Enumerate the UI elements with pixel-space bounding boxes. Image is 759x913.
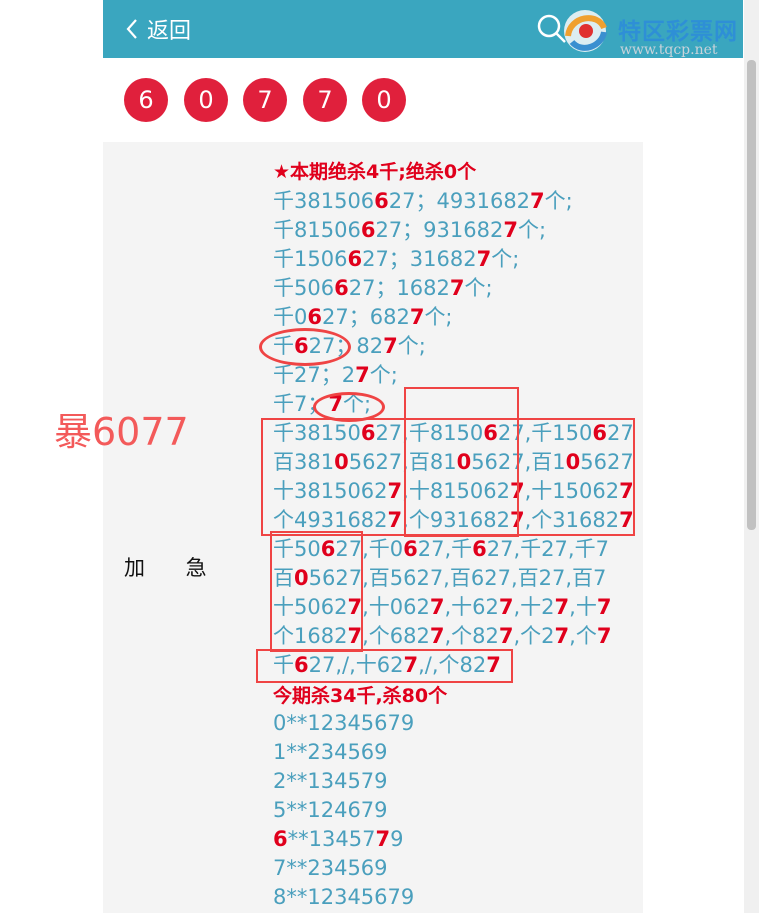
prediction-line: 8**12345679: [273, 885, 415, 909]
app-header: 返回 特区彩票网 www.tqcp.net: [103, 0, 743, 58]
prediction-line: 千81506627；9316827个;: [273, 218, 547, 242]
prediction-line: 0**12345679: [273, 711, 415, 735]
logo-swirl-icon: [564, 10, 607, 52]
result-ball: 7: [243, 78, 287, 122]
prediction-line: 千27；27个;: [273, 363, 398, 387]
prediction-line: 2**134579: [273, 769, 388, 793]
prediction-line: 7**234569: [273, 856, 388, 880]
prediction-line: 千506627；16827个;: [273, 276, 493, 300]
result-ball: 0: [362, 78, 406, 122]
prediction-line: 6**1345779: [273, 827, 404, 851]
highlight-box: [270, 531, 363, 652]
prediction-headline: ★本期绝杀4千;绝杀0个: [273, 161, 477, 183]
result-ball: 7: [303, 78, 347, 122]
back-button[interactable]: 返回: [125, 14, 191, 44]
kill-headline: 今期杀34千,杀80个: [273, 685, 448, 707]
prediction-line: 1**234569: [273, 740, 388, 764]
result-ball: 6: [124, 78, 168, 122]
logo-url: www.tqcp.net: [620, 42, 718, 58]
result-balls: 6 0 7 7 0: [103, 78, 743, 122]
page-scrollbar[interactable]: [744, 0, 759, 913]
site-logo: 特区彩票网 www.tqcp.net: [558, 6, 748, 58]
logo-name: 特区彩票网: [618, 19, 738, 45]
urgent-label: 加 急: [124, 556, 207, 580]
side-note: 暴6077: [54, 410, 189, 454]
chevron-left-icon: [126, 19, 137, 39]
prediction-line: 千1506627；316827个;: [273, 247, 520, 271]
highlight-box: [256, 649, 513, 683]
scroll-thumb[interactable]: [747, 60, 756, 530]
result-ball: 0: [184, 78, 228, 122]
highlight-box: [261, 418, 635, 536]
back-label: 返回: [147, 19, 192, 44]
prediction-line: 千381506627；49316827个;: [273, 189, 573, 213]
prediction-line: 5**124679: [273, 798, 388, 822]
highlight-oval: [259, 328, 351, 366]
